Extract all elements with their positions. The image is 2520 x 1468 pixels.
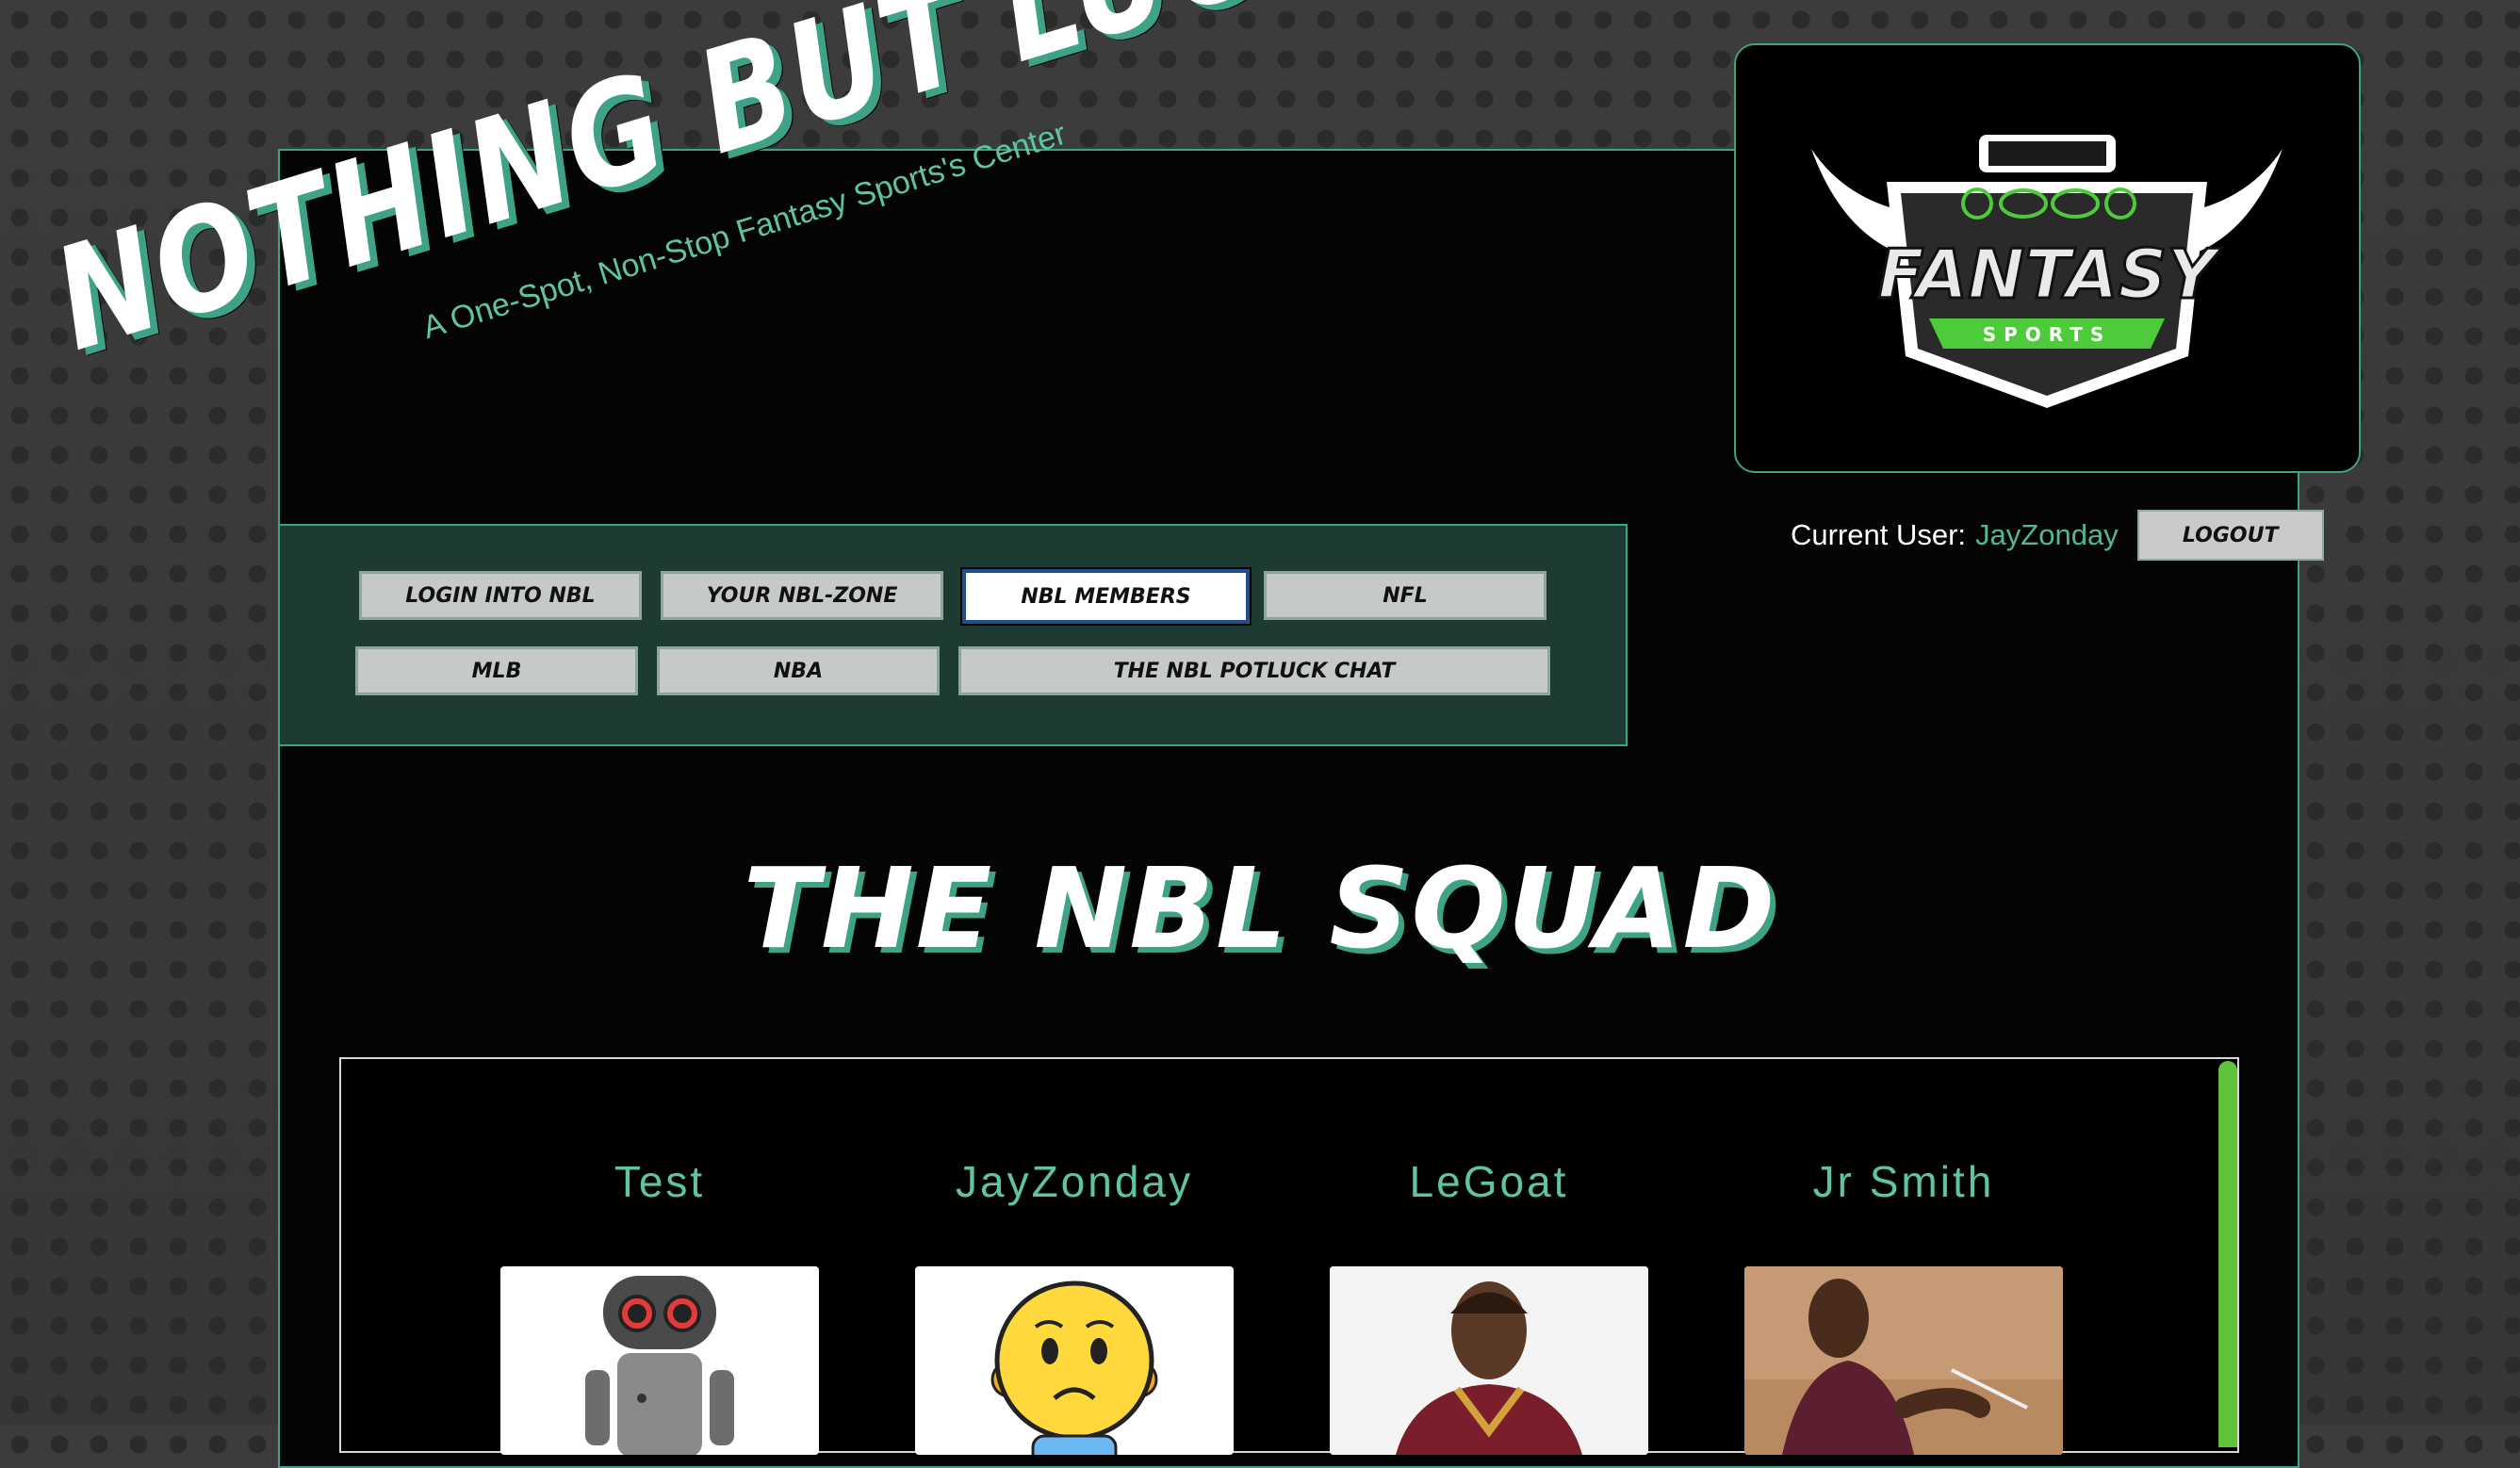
nav-potluck-chat-button[interactable]: The NBL Potluck Chat: [958, 646, 1550, 695]
logout-button[interactable]: Logout: [2136, 510, 2324, 561]
current-user-bar: Current User: JayZonday Logout: [1791, 507, 2324, 563]
nav-nfl-button[interactable]: NFL: [1264, 571, 1546, 620]
current-user-name: JayZonday: [1975, 518, 2119, 551]
member-card[interactable]: Jr Smith: [1743, 1153, 2064, 1455]
logo-ribbon-text: SPORTS: [1983, 323, 2112, 346]
nav-login-button[interactable]: Login into NBL: [359, 571, 642, 620]
members-list: Test JayZonday LeGoat Jr Smith: [339, 1057, 2239, 1455]
nav-members-button[interactable]: NBL Members: [960, 567, 1252, 626]
robot-icon: [585, 1276, 734, 1455]
member-card[interactable]: JayZonday: [914, 1153, 1235, 1455]
fantasy-logo-icon: FANTASY SPORTS: [1811, 135, 2283, 408]
nav-your-zone-button[interactable]: Your NBL-Zone: [661, 571, 943, 620]
basketball-player-court-photo: [1744, 1266, 2063, 1455]
nav-mlb-button[interactable]: MLB: [355, 646, 638, 695]
member-card[interactable]: LeGoat: [1329, 1153, 1649, 1455]
member-name: Test: [614, 1157, 706, 1206]
main-nav: Login into NBL Your NBL-Zone NBL Members…: [278, 524, 1628, 746]
member-avatar: [915, 1266, 1234, 1455]
current-user-label: Current User:: [1791, 518, 1967, 551]
fantasy-sports-logo: FANTASY SPORTS: [1734, 43, 2361, 473]
member-name: Jr Smith: [1812, 1157, 1995, 1206]
section-title: The NBL Squad: [743, 843, 1777, 973]
member-avatar: [1744, 1266, 2063, 1455]
member-name: JayZonday: [955, 1157, 1193, 1206]
member-card[interactable]: Test: [499, 1153, 820, 1455]
member-avatar: [500, 1266, 819, 1455]
worried-face-icon: [990, 1280, 1158, 1455]
nav-nba-button[interactable]: NBA: [657, 646, 940, 695]
member-name: LeGoat: [1409, 1157, 1569, 1206]
logo-text: FANTASY: [1877, 235, 2222, 314]
member-avatar: [1330, 1266, 1648, 1455]
basketball-player-photo: [1330, 1266, 1648, 1455]
members-scrollbar[interactable]: [2218, 1061, 2237, 1447]
